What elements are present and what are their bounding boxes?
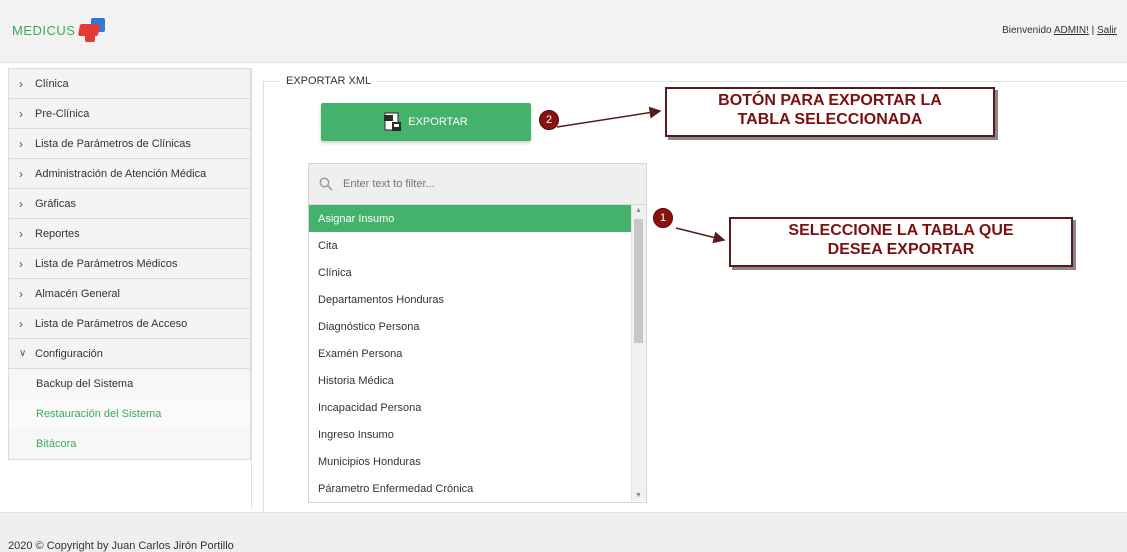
- callout-export: BOTÓN PARA EXPORTAR LA TABLA SELECCIONAD…: [665, 87, 995, 137]
- callout-select-line2: DESEA EXPORTAR: [827, 241, 975, 258]
- annotation-badge-2: 2: [539, 110, 559, 130]
- callout-export-line1: BOTÓN PARA EXPORTAR LA: [718, 92, 942, 109]
- arrow-to-callout-2: [556, 106, 662, 128]
- callout-export-line2: TABLA SELECCIONADA: [737, 111, 923, 128]
- annotation-arrows: [556, 106, 726, 244]
- callout-select: SELECCIONE LA TABLA QUE DESEA EXPORTAR: [729, 217, 1073, 267]
- arrow-to-callout-1: [675, 227, 726, 244]
- annotation-badge-1: 1: [653, 208, 673, 228]
- callout-select-line1: SELECCIONE LA TABLA QUE: [788, 222, 1014, 239]
- footer-copyright: 2020 © Copyright by Juan Carlos Jirón Po…: [8, 540, 234, 552]
- footer: 2020 © Copyright by Juan Carlos Jirón Po…: [0, 512, 1127, 552]
